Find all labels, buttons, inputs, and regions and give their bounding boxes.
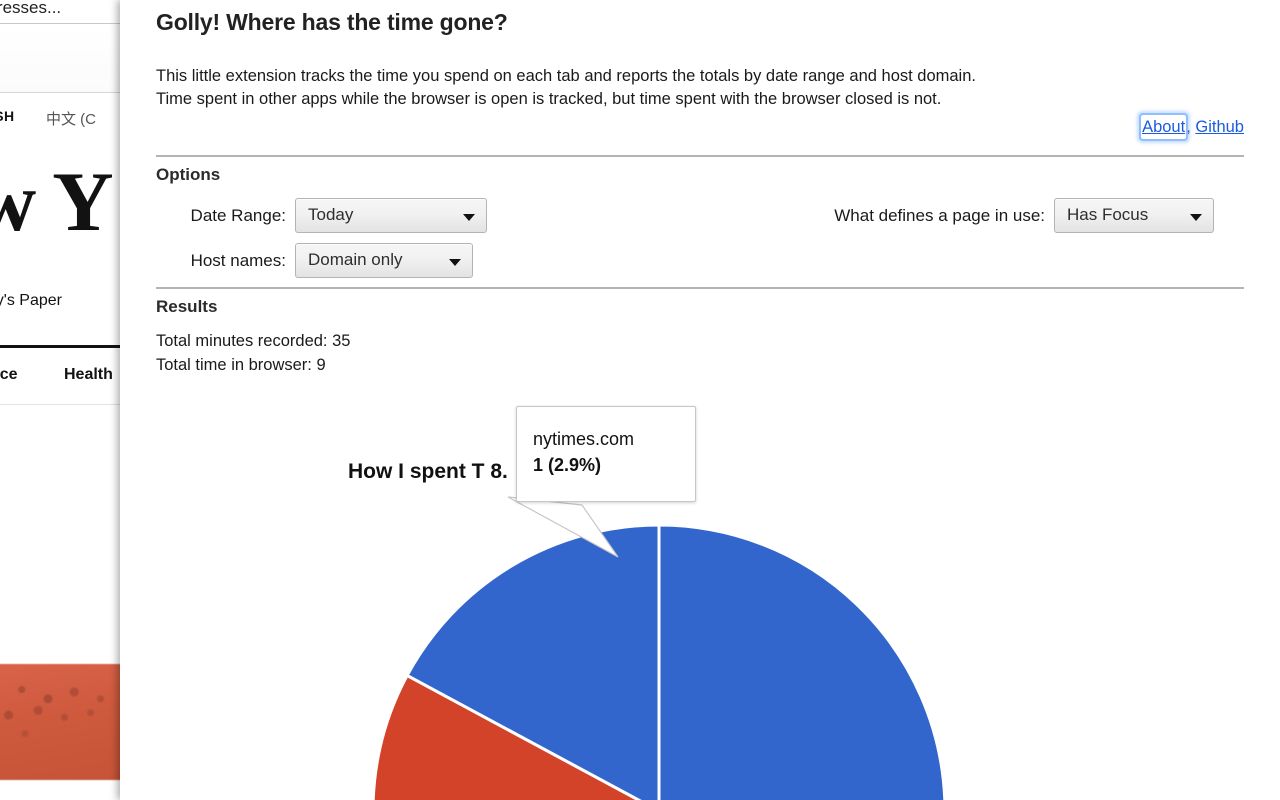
- masthead-rule: [0, 345, 125, 348]
- options-heading: Options: [156, 165, 221, 184]
- date-range-select-wrapper: Today: [295, 198, 487, 233]
- background-browser-page: ddresses... ISH 中文 (C ew Y day's Paper n…: [0, 0, 125, 800]
- host-names-row: Host names: Domain only: [156, 238, 1244, 283]
- tooltip-value: 1 (2.9%): [533, 455, 602, 475]
- nav-item-health[interactable]: Health: [64, 366, 113, 384]
- language-chinese[interactable]: 中文 (C: [46, 108, 96, 129]
- nav-bottom-rule: [0, 404, 125, 405]
- host-names-select-wrapper: Domain only: [295, 243, 473, 278]
- intro-line-2: Time spent in other apps while the brows…: [156, 90, 942, 108]
- extension-popup-panel: Golly! Where has the time gone? This lit…: [120, 0, 1280, 800]
- chart-tooltip: nytimes.com 1 (2.9%): [516, 406, 696, 502]
- pie-slices[interactable]: [373, 525, 945, 800]
- language-english[interactable]: ISH: [0, 108, 15, 124]
- date-range-label: Date Range:: [190, 205, 286, 225]
- pie-chart-area: How I spent T 8. nytimes.com 1 (2.9%): [120, 406, 1280, 800]
- browser-omnibox-suggestion[interactable]: ddresses...: [0, 0, 125, 22]
- options-form: Date Range: Today What defines a page in…: [120, 193, 1280, 283]
- browser-toolbar-area: [0, 24, 125, 92]
- page-top-divider: [0, 92, 125, 93]
- tooltip-host: nytimes.com: [533, 429, 635, 449]
- intro-line-1: This little extension tracks the time yo…: [156, 67, 976, 85]
- omnibox-suggestion-text: ddresses...: [0, 0, 62, 17]
- results-summary: Total minutes recorded: 35 Total time in…: [156, 329, 1244, 377]
- options-divider: [156, 155, 1244, 157]
- host-names-select[interactable]: Domain only: [295, 243, 473, 278]
- article-photo: [0, 664, 125, 780]
- page-in-use-label: What defines a page in use:: [834, 205, 1045, 225]
- results-divider: [156, 287, 1244, 289]
- nav-item-science[interactable]: nce: [0, 366, 18, 384]
- page-in-use-select-wrapper: Has Focus: [1054, 198, 1214, 233]
- date-range-row: Date Range: Today What defines a page in…: [156, 193, 1244, 238]
- page-title: Golly! Where has the time gone?: [156, 9, 508, 35]
- pie-slice[interactable]: [657, 525, 945, 800]
- pie-chart[interactable]: [373, 525, 945, 800]
- results-heading: Results: [156, 297, 218, 316]
- intro-description: This little extension tracks the time yo…: [156, 65, 1244, 111]
- github-link[interactable]: Github: [1195, 118, 1244, 136]
- total-minutes-recorded: Total minutes recorded: 35: [156, 332, 351, 350]
- section-nav: nce Health: [0, 366, 125, 392]
- todays-paper-link[interactable]: day's Paper: [0, 292, 62, 310]
- page-in-use-select[interactable]: Has Focus: [1054, 198, 1214, 233]
- language-switcher: ISH 中文 (C: [0, 108, 125, 132]
- nyt-masthead-logo: ew Y: [0, 155, 114, 249]
- date-range-select[interactable]: Today: [295, 198, 487, 233]
- header-links: About, Github: [156, 115, 1244, 139]
- about-link[interactable]: About: [1141, 115, 1186, 139]
- host-names-label: Host names:: [190, 250, 286, 270]
- links-separator: ,: [1186, 118, 1191, 136]
- total-time-in-browser: Total time in browser: 9: [156, 356, 326, 374]
- chart-title: How I spent T 8.: [348, 460, 508, 483]
